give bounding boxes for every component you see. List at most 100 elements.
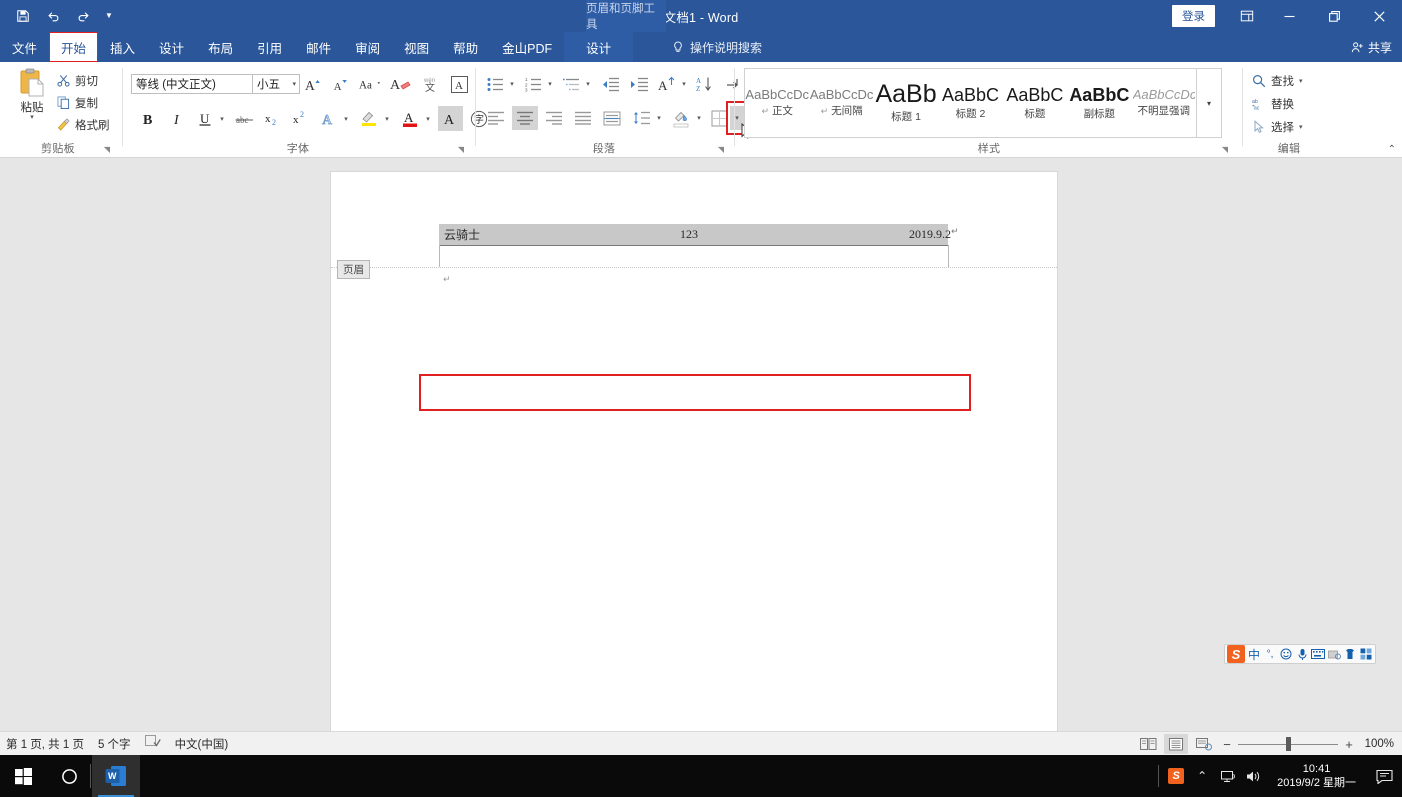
highlight-chevron-down-icon[interactable]: ▾ bbox=[381, 106, 393, 131]
document-page[interactable]: 云骑士 123 2019.9.2 ↵ 页眉 ↵ bbox=[331, 172, 1057, 731]
text-effects-icon[interactable]: A bbox=[316, 106, 341, 131]
find-chevron-down-icon[interactable]: ▾ bbox=[1299, 77, 1303, 85]
zoom-out-button[interactable]: − bbox=[1220, 737, 1234, 752]
font-color-chevron-down-icon[interactable]: ▾ bbox=[422, 106, 434, 131]
proofing-errors-icon[interactable] bbox=[144, 735, 161, 753]
customize-quick-access-chevron-down-icon[interactable]: ▼ bbox=[98, 3, 120, 29]
document-canvas[interactable]: 云骑士 123 2019.9.2 ↵ 页眉 ↵ bbox=[0, 158, 1402, 731]
tell-me-search[interactable]: 操作说明搜索 bbox=[672, 32, 762, 62]
redo-icon[interactable] bbox=[68, 3, 98, 29]
sogou-logo-icon[interactable]: S bbox=[1227, 645, 1245, 663]
style-item-body[interactable]: AaBbCcDc ↵ 正文 bbox=[745, 69, 809, 137]
voice-input-icon[interactable] bbox=[1295, 646, 1309, 662]
ribbon-display-options-icon[interactable] bbox=[1227, 0, 1267, 32]
cut-button[interactable]: 剪切 bbox=[55, 70, 102, 91]
style-item-subtitle[interactable]: AaBbC 副标题 bbox=[1067, 69, 1131, 137]
sogou-tray-icon[interactable]: S bbox=[1163, 755, 1189, 797]
decrease-indent-icon[interactable] bbox=[597, 72, 623, 96]
emoji-icon[interactable] bbox=[1279, 646, 1293, 662]
tab-review[interactable]: 审阅 bbox=[343, 32, 392, 62]
style-item-heading-1[interactable]: AaBb 标题 1 bbox=[874, 69, 938, 137]
zoom-slider-thumb[interactable] bbox=[1286, 737, 1291, 751]
screenshot-icon[interactable] bbox=[1327, 646, 1341, 662]
grow-font-icon[interactable]: A bbox=[302, 72, 326, 96]
increase-indent-icon[interactable] bbox=[626, 72, 652, 96]
show-hidden-icons-chevron-up-icon[interactable]: ⌃ bbox=[1189, 755, 1215, 797]
sogou-ime-toolbar[interactable]: S 中 °, bbox=[1224, 644, 1376, 664]
tab-header-footer-design[interactable]: 设计 bbox=[564, 32, 634, 62]
style-item-heading-2[interactable]: AaBbC 标题 2 bbox=[938, 69, 1002, 137]
font-dialog-launcher[interactable]: ◥ bbox=[456, 145, 466, 155]
align-right-icon[interactable] bbox=[541, 106, 567, 130]
font-size-combobox[interactable]: 小五 ▾ bbox=[252, 74, 300, 94]
share-button[interactable]: 共享 bbox=[1351, 32, 1392, 62]
word-taskbar-icon[interactable]: W bbox=[92, 755, 140, 797]
shading-chevron-down-icon[interactable]: ▾ bbox=[693, 106, 705, 130]
character-border-icon[interactable]: A bbox=[446, 72, 472, 96]
find-button[interactable]: 查找 ▾ bbox=[1252, 69, 1306, 92]
web-layout-icon[interactable] bbox=[1192, 734, 1216, 754]
align-center-icon[interactable] bbox=[512, 106, 538, 130]
taskbar-clock[interactable]: 10:41 2019/9/2 星期一 bbox=[1267, 755, 1366, 797]
paste-chevron-down-icon[interactable]: ▾ bbox=[30, 114, 34, 121]
tab-home[interactable]: 开始 bbox=[49, 32, 99, 62]
styles-more-chevron-down-icon[interactable]: ▾ bbox=[1195, 69, 1221, 137]
character-shading-icon[interactable]: A bbox=[438, 106, 463, 131]
volume-icon[interactable] bbox=[1241, 755, 1267, 797]
replace-button[interactable]: ab ac 替换 bbox=[1252, 92, 1297, 115]
skin-icon[interactable] bbox=[1343, 646, 1357, 662]
multilevel-list-chevron-down-icon[interactable]: ▾ bbox=[582, 72, 594, 96]
sort-icon[interactable]: AZ bbox=[693, 72, 717, 96]
action-center-icon[interactable] bbox=[1366, 755, 1402, 797]
tab-insert[interactable]: 插入 bbox=[98, 32, 147, 62]
italic-icon[interactable]: I bbox=[164, 106, 189, 131]
change-case-icon[interactable]: Aa bbox=[356, 72, 386, 96]
copy-button[interactable]: 复制 bbox=[55, 92, 102, 113]
header-left-text[interactable]: 云骑士 bbox=[444, 224, 480, 245]
tab-file[interactable]: 文件 bbox=[0, 32, 49, 62]
close-button[interactable] bbox=[1357, 0, 1402, 32]
shading-icon[interactable] bbox=[668, 106, 694, 130]
strikethrough-icon[interactable]: abc bbox=[232, 106, 257, 131]
bullets-chevron-down-icon[interactable]: ▾ bbox=[506, 72, 518, 96]
language-status[interactable]: 中文(中国) bbox=[175, 736, 229, 752]
numbering-chevron-down-icon[interactable]: ▾ bbox=[544, 72, 556, 96]
clipboard-dialog-launcher[interactable]: ◥ bbox=[102, 145, 112, 155]
paragraph-dialog-launcher[interactable]: ◥ bbox=[716, 145, 726, 155]
bold-icon[interactable]: B bbox=[136, 106, 161, 131]
tab-kingsoft-pdf[interactable]: 金山PDF bbox=[490, 32, 564, 62]
style-item-no-spacing[interactable]: AaBbCcDc ↵ 无间隔 bbox=[809, 69, 874, 137]
zoom-level-label[interactable]: 100% bbox=[1360, 738, 1394, 750]
header-center-text[interactable]: 123 bbox=[680, 224, 698, 245]
asian-layout-chevron-down-icon[interactable]: ▾ bbox=[678, 72, 690, 96]
underline-chevron-down-icon[interactable]: ▾ bbox=[216, 106, 228, 131]
undo-icon[interactable] bbox=[38, 3, 68, 29]
start-icon[interactable] bbox=[0, 755, 46, 797]
font-color-icon[interactable]: A bbox=[397, 106, 423, 131]
show-marks-icon[interactable] bbox=[720, 72, 744, 96]
tab-view[interactable]: 视图 bbox=[392, 32, 441, 62]
network-icon[interactable] bbox=[1215, 755, 1241, 797]
bullets-icon[interactable] bbox=[483, 72, 507, 96]
line-spacing-chevron-down-icon[interactable]: ▾ bbox=[653, 106, 665, 130]
subscript-icon[interactable]: x2 bbox=[260, 106, 285, 131]
asian-layout-icon[interactable]: A bbox=[655, 72, 679, 96]
distribute-icon[interactable] bbox=[599, 106, 625, 130]
shrink-font-icon[interactable]: A bbox=[329, 72, 353, 96]
paste-button[interactable]: 粘贴 ▾ bbox=[10, 68, 54, 138]
text-effects-chevron-down-icon[interactable]: ▾ bbox=[340, 106, 352, 131]
restore-button[interactable] bbox=[1312, 0, 1357, 32]
line-spacing-icon[interactable] bbox=[630, 106, 654, 130]
page-count-status[interactable]: 第 1 页, 共 1 页 bbox=[6, 736, 84, 752]
chinese-mode-button[interactable]: 中 bbox=[1247, 646, 1261, 662]
phonetic-guide-icon[interactable]: wén 文 bbox=[418, 72, 444, 96]
multilevel-list-icon[interactable] bbox=[559, 72, 583, 96]
superscript-icon[interactable]: x2 bbox=[288, 106, 313, 131]
tab-help[interactable]: 帮助 bbox=[441, 32, 490, 62]
zoom-in-button[interactable]: + bbox=[1342, 737, 1356, 752]
align-left-icon[interactable] bbox=[483, 106, 509, 130]
minimize-button[interactable] bbox=[1267, 0, 1312, 32]
style-item-title[interactable]: AaBbC 标题 bbox=[1003, 69, 1067, 137]
numbering-icon[interactable]: 123 bbox=[521, 72, 545, 96]
style-item-subtle-emphasis[interactable]: AaBbCcDc 不明显强调 bbox=[1132, 69, 1196, 137]
